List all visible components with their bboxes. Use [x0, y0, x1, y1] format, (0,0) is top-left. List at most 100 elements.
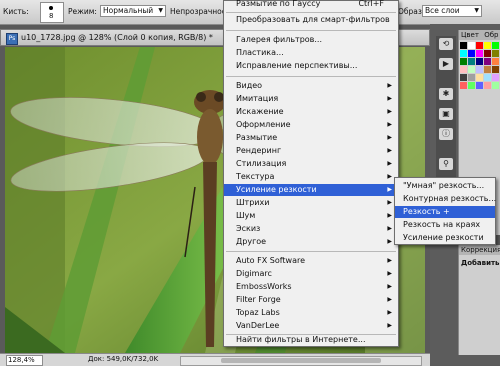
color-swatch[interactable]	[460, 42, 467, 49]
add-adjustment-label: Добавить к	[461, 259, 500, 267]
menu-item-digimarc[interactable]: Digimarc ▶	[224, 268, 398, 280]
chevron-down-icon: ▼	[474, 7, 479, 14]
submenu-arrow-icon: ▶	[387, 322, 392, 329]
color-swatch[interactable]	[460, 74, 467, 81]
menu-item-blur[interactable]: Размытие ▶	[224, 132, 398, 144]
color-swatch[interactable]	[476, 50, 483, 57]
play-action-icon[interactable]: ▶	[439, 58, 453, 70]
brush-label: Кисть:	[3, 7, 29, 16]
menu-item-filter-forge[interactable]: Filter Forge ▶	[224, 294, 398, 306]
menu-item-topaz-labs[interactable]: Topaz Labs ▶	[224, 307, 398, 319]
menu-separator	[226, 12, 396, 13]
color-swatch[interactable]	[492, 82, 499, 89]
menu-item-noise[interactable]: Шум ▶	[224, 210, 398, 222]
color-swatch[interactable]	[492, 42, 499, 49]
submenu-item-sharpen[interactable]: Усиление резкости	[395, 232, 495, 244]
scroll-thumb[interactable]	[221, 358, 381, 363]
submenu-arrow-icon: ▶	[387, 108, 392, 115]
submenu-arrow-icon: ▶	[387, 296, 392, 303]
color-swatch[interactable]	[484, 82, 491, 89]
submenu-item-unsharp-mask[interactable]: Контурная резкость...	[395, 193, 496, 205]
color-swatch[interactable]	[460, 50, 467, 57]
color-swatch[interactable]	[468, 74, 475, 81]
menu-item-vanderlee[interactable]: VanDerLee ▶	[224, 320, 398, 332]
color-swatch[interactable]	[476, 82, 483, 89]
menu-separator	[226, 251, 396, 252]
menu-item-vanishing-point[interactable]: Исправление перспективы...	[224, 60, 398, 72]
submenu-arrow-icon: ▶	[387, 173, 392, 180]
brush-preset-picker[interactable]: 8	[40, 2, 64, 23]
zoom-field[interactable]: 128,4%	[6, 355, 43, 366]
submenu-arrow-icon: ▶	[387, 225, 392, 232]
color-swatch[interactable]	[476, 66, 483, 73]
submenu-item-sharpen-more[interactable]: Резкость +	[395, 206, 495, 218]
tab-swatches[interactable]: Обр	[481, 31, 498, 39]
mode-label: Режим:	[68, 7, 97, 16]
menu-item-convert-smart-filters[interactable]: Преобразовать для смарт-фильтров	[224, 14, 398, 26]
brush-size-value: 8	[49, 12, 54, 20]
document-title: u10_1728.jpg @ 128% (Слой 0 копия, RGB/8…	[21, 33, 213, 42]
photoshop-doc-icon: Ps	[6, 33, 18, 45]
sample-select[interactable]: Все слои ▼	[422, 5, 482, 17]
submenu-arrow-icon: ▶	[387, 147, 392, 154]
menu-item-stylize[interactable]: Стилизация ▶	[224, 158, 398, 170]
color-swatch[interactable]	[476, 74, 483, 81]
menu-separator	[226, 30, 396, 31]
history-icon[interactable]: ⟲	[439, 38, 453, 50]
menu-item-other[interactable]: Другое ▶	[224, 236, 398, 248]
submenu-arrow-icon: ▶	[387, 95, 392, 102]
color-swatch[interactable]	[476, 42, 483, 49]
submenu-arrow-icon: ▶	[387, 134, 392, 141]
swatches-panel-tabs: Цвет Обр	[459, 30, 500, 40]
menu-item-brush-strokes[interactable]: Штрихи ▶	[224, 197, 398, 209]
color-swatch[interactable]	[492, 50, 499, 57]
clone-source-icon[interactable]: ⚲	[439, 158, 453, 170]
menu-item-render[interactable]: Рендеринг ▶	[224, 145, 398, 157]
menu-item-auto-fx[interactable]: Auto FX Software ▶	[224, 255, 398, 267]
menu-item-distort[interactable]: Искажение ▶	[224, 106, 398, 118]
color-swatch[interactable]	[492, 74, 499, 81]
menu-item-texture[interactable]: Текстура ▶	[224, 171, 398, 183]
tab-adjustments[interactable]: Коррекция	[459, 245, 500, 255]
navigator-icon[interactable]: ✱	[439, 88, 453, 100]
color-swatch[interactable]	[468, 42, 475, 49]
submenu-item-sharpen-edges[interactable]: Резкость на краях	[395, 219, 495, 231]
submenu-arrow-icon: ▶	[387, 283, 392, 290]
color-swatch[interactable]	[484, 74, 491, 81]
tab-color[interactable]: Цвет	[459, 31, 479, 39]
color-swatch[interactable]	[484, 58, 491, 65]
color-swatch[interactable]	[476, 58, 483, 65]
color-swatch[interactable]	[460, 66, 467, 73]
menu-item-filter-gallery[interactable]: Галерея фильтров...	[224, 34, 398, 46]
chevron-down-icon: ▼	[158, 7, 163, 14]
sample-select-value: Все слои	[425, 6, 460, 15]
menu-item-sharpen[interactable]: Усиление резкости ▶	[224, 184, 398, 196]
color-swatch[interactable]	[468, 82, 475, 89]
menu-item-browse-filters-online[interactable]: Найти фильтры в Интернете...	[224, 334, 398, 346]
submenu-arrow-icon: ▶	[387, 270, 392, 277]
color-swatch[interactable]	[468, 66, 475, 73]
submenu-arrow-icon: ▶	[387, 212, 392, 219]
color-swatch[interactable]	[468, 58, 475, 65]
color-swatch[interactable]	[484, 50, 491, 57]
color-swatch[interactable]	[460, 82, 467, 89]
submenu-item-smart-sharpen[interactable]: "Умная" резкость...	[395, 180, 495, 192]
color-swatch[interactable]	[484, 66, 491, 73]
submenu-arrow-icon: ▶	[387, 82, 392, 89]
menu-item-gaussian-blur[interactable]: Размытие по Гауссу Ctrl+F	[224, 0, 398, 10]
color-swatch[interactable]	[492, 58, 499, 65]
info-icon[interactable]: ⓘ	[439, 128, 453, 140]
menu-item-artistic[interactable]: Имитация ▶	[224, 93, 398, 105]
menu-item-sketch[interactable]: Эскиз ▶	[224, 223, 398, 235]
color-swatch[interactable]	[468, 50, 475, 57]
menu-item-pixelate[interactable]: Оформление ▶	[224, 119, 398, 131]
mode-select[interactable]: Нормальный ▼	[100, 5, 166, 17]
menu-item-liquify[interactable]: Пластика...	[224, 47, 398, 59]
color-swatch[interactable]	[492, 66, 499, 73]
image-icon[interactable]: ▣	[439, 108, 453, 120]
color-swatch[interactable]	[484, 42, 491, 49]
color-swatch[interactable]	[460, 58, 467, 65]
menu-item-embossworks[interactable]: EmbossWorks ▶	[224, 281, 398, 293]
menu-item-video[interactable]: Видео ▶	[224, 80, 398, 92]
submenu-arrow-icon: ▶	[387, 186, 392, 193]
